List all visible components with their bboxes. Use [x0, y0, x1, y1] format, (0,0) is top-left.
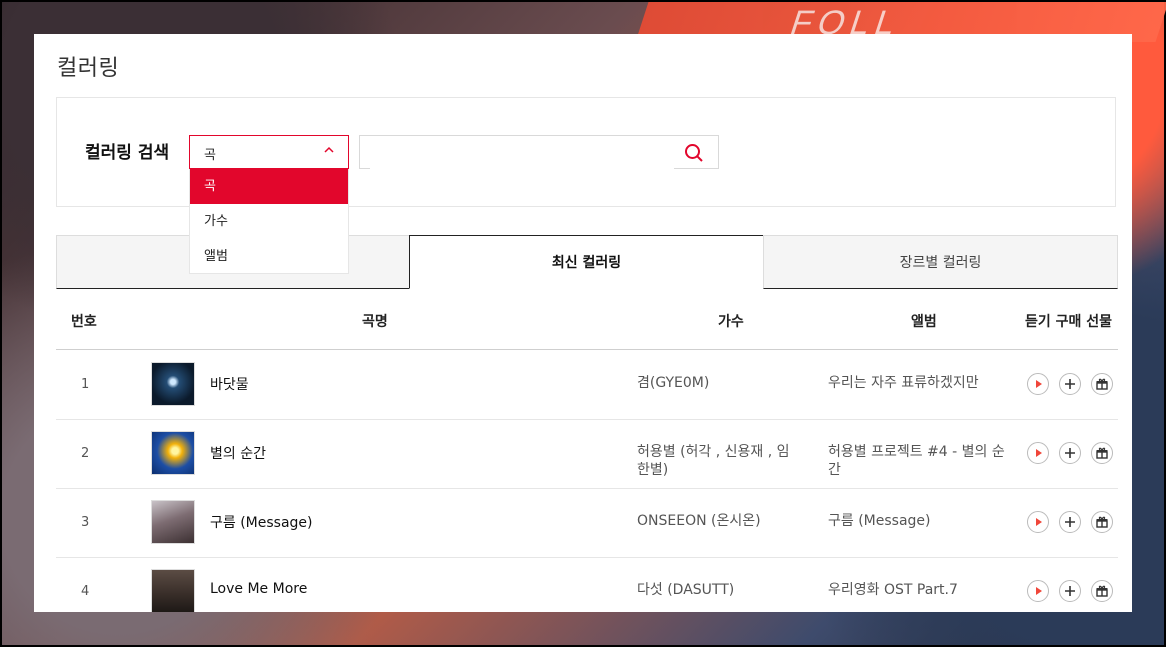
- album-cover[interactable]: [151, 431, 195, 475]
- dropdown-option-artist[interactable]: 가수: [190, 204, 348, 239]
- gift-button[interactable]: [1091, 511, 1113, 533]
- album-cover[interactable]: [151, 500, 195, 544]
- header-song: 곡명: [362, 314, 388, 330]
- artist-name[interactable]: 허용별 (허각 , 신용재 , 임한별): [637, 443, 797, 479]
- plus-icon: [1065, 379, 1075, 389]
- page-title: 컬러링: [57, 56, 120, 81]
- gift-icon: [1096, 447, 1108, 459]
- album-cover[interactable]: [151, 362, 195, 406]
- add-button[interactable]: [1059, 442, 1081, 464]
- search-type-select[interactable]: 곡: [189, 135, 349, 169]
- row-actions: [1027, 580, 1117, 604]
- header-actions: 듣기 구매 선물: [1025, 314, 1113, 330]
- add-button[interactable]: [1059, 511, 1081, 533]
- play-icon: [1036, 449, 1042, 457]
- song-title[interactable]: 바닷물: [210, 374, 249, 394]
- album-name[interactable]: 우리는 자주 표류하겠지만: [828, 374, 1008, 392]
- table-row: 2 별의 순간 허용별 (허각 , 신용재 , 임한별) 허용별 프로젝트 #4…: [56, 419, 1118, 489]
- search-type-dropdown: 곡 가수 앨범: [189, 169, 349, 274]
- gift-button[interactable]: [1091, 580, 1113, 602]
- plus-icon: [1065, 448, 1075, 458]
- artist-name[interactable]: 겸(GYE0M): [637, 374, 797, 392]
- coloring-panel: 컬러링 컬러링 검색 곡 곡 가수 앨범 최신 컬러링 장르별 컬러링 번호 곡…: [34, 34, 1132, 612]
- search-input-box: [359, 135, 719, 170]
- tab-latest-coloring[interactable]: 최신 컬러링: [409, 235, 764, 289]
- tab-genre-coloring[interactable]: 장르별 컬러링: [763, 235, 1118, 289]
- album-cover[interactable]: [151, 569, 195, 612]
- play-button[interactable]: [1027, 442, 1049, 464]
- song-title[interactable]: 구름 (Message): [210, 512, 313, 532]
- gift-button[interactable]: [1091, 373, 1113, 395]
- album-name[interactable]: 허용별 프로젝트 #4 - 별의 순간: [828, 443, 1008, 479]
- add-button[interactable]: [1059, 373, 1081, 395]
- play-icon: [1036, 587, 1042, 595]
- table-row: 3 구름 (Message) ONSEEON (온시온) 구름 (Message…: [56, 488, 1118, 558]
- gift-button[interactable]: [1091, 442, 1113, 464]
- song-title[interactable]: 별의 순간: [210, 443, 266, 463]
- row-number: 2: [81, 446, 90, 461]
- table-row: 4 Love Me More 다섯 (DASUTT) 우리영화 OST Part…: [56, 557, 1118, 612]
- play-button[interactable]: [1027, 580, 1049, 602]
- gift-icon: [1096, 378, 1108, 390]
- row-actions: [1027, 442, 1117, 466]
- artist-name[interactable]: ONSEEON (온시온): [637, 512, 797, 530]
- album-name[interactable]: 우리영화 OST Part.7: [828, 581, 1008, 599]
- artist-name[interactable]: 다섯 (DASUTT): [637, 581, 797, 599]
- play-button[interactable]: [1027, 511, 1049, 533]
- row-number: 4: [81, 584, 90, 599]
- search-type-value: 곡: [204, 148, 216, 163]
- search-input[interactable]: [370, 136, 674, 170]
- header-artist: 가수: [718, 314, 744, 330]
- plus-icon: [1065, 586, 1075, 596]
- table-row: 1 바닷물 겸(GYE0M) 우리는 자주 표류하겠지만: [56, 350, 1118, 420]
- gift-icon: [1096, 585, 1108, 597]
- search-icon[interactable]: [684, 143, 704, 163]
- dropdown-option-song[interactable]: 곡: [190, 169, 348, 204]
- search-label: 컬러링 검색: [85, 143, 170, 163]
- row-number: 3: [81, 515, 90, 530]
- table-header: 번호 곡명 가수 앨범 듣기 구매 선물: [56, 289, 1118, 350]
- header-num: 번호: [71, 314, 97, 330]
- play-button[interactable]: [1027, 373, 1049, 395]
- header-album: 앨범: [911, 314, 937, 330]
- add-button[interactable]: [1059, 580, 1081, 602]
- play-icon: [1036, 518, 1042, 526]
- song-title[interactable]: Love Me More: [210, 581, 307, 597]
- dropdown-option-album[interactable]: 앨범: [190, 239, 348, 274]
- row-actions: [1027, 373, 1117, 397]
- gift-icon: [1096, 516, 1108, 528]
- album-name[interactable]: 구름 (Message): [828, 512, 1008, 530]
- chevron-up-icon: [324, 146, 334, 153]
- play-icon: [1036, 380, 1042, 388]
- plus-icon: [1065, 517, 1075, 527]
- row-actions: [1027, 511, 1117, 535]
- search-section: 컬러링 검색 곡 곡 가수 앨범: [56, 97, 1116, 274]
- row-number: 1: [81, 377, 90, 392]
